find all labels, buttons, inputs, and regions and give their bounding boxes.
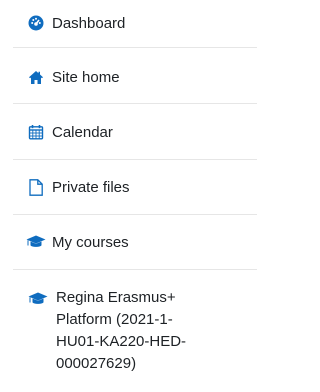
home-icon	[28, 69, 44, 85]
course-label: Regina Erasmus+ Platform (2021-1-HU01-KA…	[56, 289, 187, 372]
nav-item-label: Dashboard	[52, 14, 126, 32]
nav-item-label: Calendar	[52, 123, 113, 141]
graduation-cap-icon	[26, 234, 46, 250]
nav-item-course[interactable]: Regina Erasmus+ Platform (2021-1-HU01-KA…	[0, 282, 257, 392]
file-icon	[28, 178, 44, 196]
graduation-cap-icon	[28, 292, 48, 306]
nav-item-private-files[interactable]: Private files	[0, 172, 257, 202]
divider	[13, 47, 257, 48]
nav-item-site-home[interactable]: Site home	[0, 62, 257, 92]
nav-item-label: Private files	[52, 178, 130, 196]
divider	[13, 269, 257, 270]
navigation-drawer: Dashboard Site home Calendar Private fil…	[0, 0, 257, 392]
nav-item-my-courses[interactable]: My courses	[0, 227, 257, 257]
nav-item-label: Site home	[52, 68, 120, 86]
nav-item-dashboard[interactable]: Dashboard	[0, 8, 257, 38]
calendar-icon	[28, 124, 44, 140]
dashboard-icon	[28, 15, 44, 31]
divider	[13, 214, 257, 215]
divider	[13, 159, 257, 160]
nav-item-label: My courses	[52, 233, 129, 251]
nav-item-calendar[interactable]: Calendar	[0, 117, 257, 147]
divider	[13, 103, 257, 104]
